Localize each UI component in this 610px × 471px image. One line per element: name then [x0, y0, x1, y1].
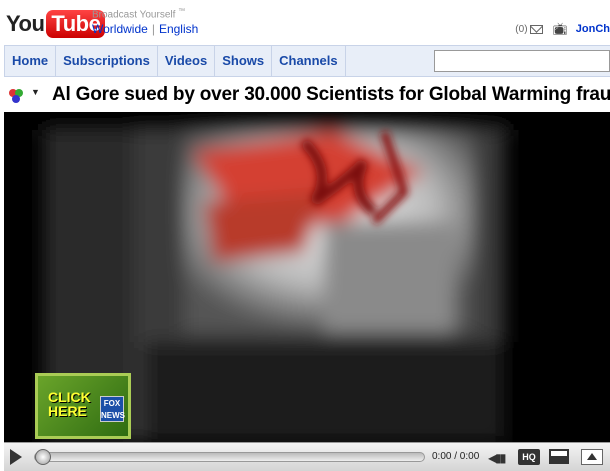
fullscreen-icon[interactable] — [581, 449, 603, 465]
tv-icon[interactable]: 📺︎ — [553, 22, 568, 36]
video-title: Al Gore sued by over 30.000 Scientists f… — [52, 84, 610, 105]
tagline-text: Broadcast Yourself — [92, 9, 176, 21]
play-icon[interactable] — [10, 449, 22, 465]
nav-videos[interactable]: Videos — [158, 46, 216, 76]
dropdown-caret-icon[interactable]: ▼ — [31, 87, 40, 97]
volume-icon[interactable]: ◀▮▮ — [488, 451, 506, 465]
search-input[interactable] — [434, 50, 610, 72]
region-link[interactable]: Worldwide — [92, 22, 148, 36]
username-link[interactable]: JonCh — [576, 23, 610, 35]
nav-channels[interactable]: Channels — [272, 46, 346, 76]
inbox-count: (0) — [515, 23, 528, 35]
site-header: You Tube Broadcast Yourself ™ Worldwide |… — [0, 0, 610, 44]
progress-knob[interactable] — [35, 449, 51, 465]
account-area: (0) 📺︎ JonCh — [515, 22, 610, 36]
video-player[interactable]: CLICK HERE FOX NEWS — [4, 112, 610, 442]
tagline: Broadcast Yourself ™ — [92, 8, 185, 20]
nav-shows[interactable]: Shows — [215, 46, 273, 76]
youtube-logo[interactable]: You Tube — [6, 9, 106, 39]
nav-home[interactable]: Home — [5, 46, 57, 76]
time-display: 0:00 / 0:00 — [432, 451, 480, 462]
language-link[interactable]: English — [159, 22, 198, 36]
player-controls: 0:00 / 0:00 ◀▮▮ HQ — [4, 442, 610, 471]
tagline-tm: ™ — [178, 8, 186, 15]
video-title-row: ▼ Al Gore sued by over 30.000 Scientists… — [0, 82, 610, 110]
nav-subscriptions[interactable]: Subscriptions — [56, 46, 158, 76]
click-here-label: CLICK HERE — [48, 389, 91, 419]
click-here-button[interactable]: CLICK HERE FOX NEWS — [35, 373, 131, 439]
locale-separator: | — [151, 22, 155, 36]
popout-icon[interactable] — [549, 449, 569, 464]
mail-icon[interactable] — [529, 24, 543, 34]
main-nav: Home Subscriptions Videos Shows Channels — [4, 45, 610, 77]
progress-bar[interactable] — [34, 452, 425, 462]
fox-news-badge: FOX NEWS — [100, 396, 125, 422]
logo-you-text: You — [6, 11, 45, 36]
hq-button[interactable]: HQ — [518, 449, 540, 465]
quicklist-cube-icon[interactable] — [8, 88, 24, 104]
locale-links: Worldwide | English — [92, 22, 198, 36]
